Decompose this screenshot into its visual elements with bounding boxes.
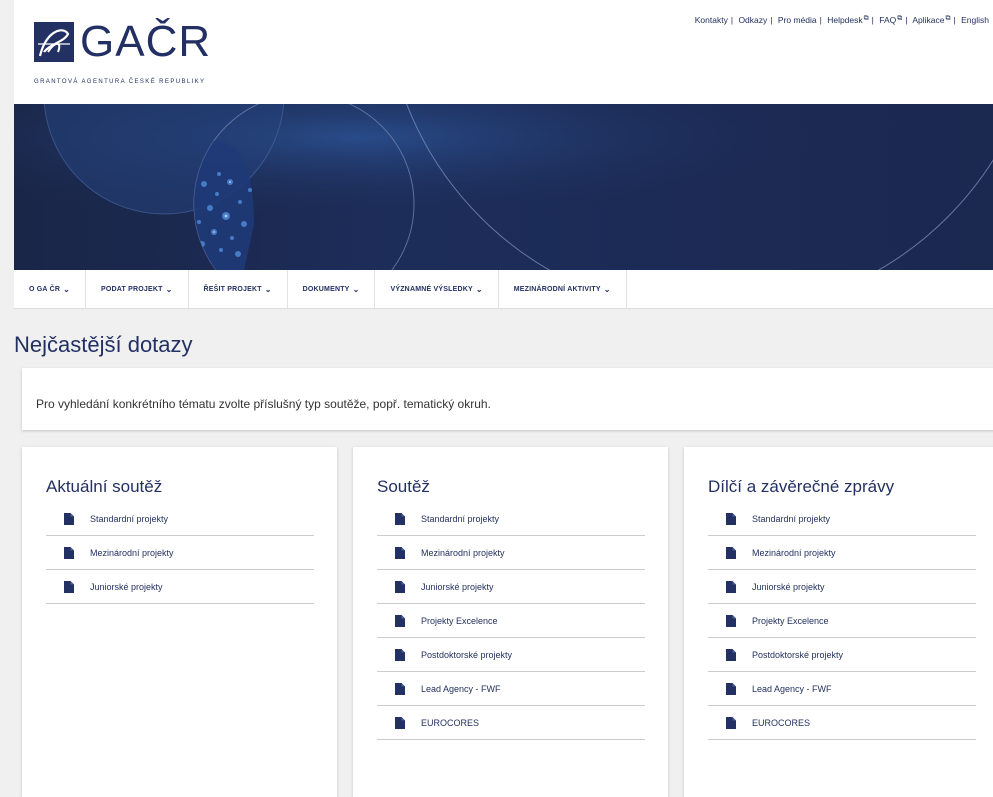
document-icon	[726, 512, 736, 525]
chevron-down-icon: ⌄	[603, 284, 611, 294]
nav-podat-projekt[interactable]: PODAT PROJEKT ⌄	[86, 270, 189, 308]
document-icon	[395, 614, 405, 627]
chevron-down-icon: ⌄	[165, 284, 173, 294]
document-icon	[395, 648, 405, 661]
chevron-down-icon: ⌄	[264, 284, 272, 294]
toplink-odkazy[interactable]: Odkazy	[738, 15, 767, 25]
nav-resit-projekt[interactable]: ŘEŠIT PROJEKT ⌄	[189, 270, 288, 308]
document-icon	[64, 546, 74, 559]
card-title: Aktuální soutěž	[46, 477, 163, 496]
document-icon	[395, 512, 405, 525]
top-links: Kontakty | Odkazy | Pro média | Helpdesk⧉ | …	[694, 15, 989, 25]
list-item[interactable]: Lead Agency - FWF	[708, 672, 976, 706]
list-item[interactable]: Juniorské projekty	[46, 570, 314, 604]
intro-text: Pro vyhledání konkrétního tématu zvolte …	[36, 397, 491, 411]
page-title: Nejčastější dotazy	[14, 332, 193, 357]
list-item[interactable]: Juniorské projekty	[377, 570, 645, 604]
document-icon	[726, 580, 736, 593]
document-icon	[726, 614, 736, 627]
list-item[interactable]: Juniorské projekty	[708, 570, 976, 604]
document-icon	[395, 546, 405, 559]
link-list: Standardní projekty Mezinárodní projekty…	[377, 502, 645, 740]
document-icon	[64, 580, 74, 593]
card-aktualni-soutez: Aktuální soutěž Standardní projekty Mezi…	[22, 447, 337, 797]
toplink-faq[interactable]: FAQ	[879, 15, 896, 25]
header: GAČR GRANTOVÁ AGENTURA ČESKÉ REPUBLIKY K…	[14, 0, 993, 104]
list-item[interactable]: Projekty Excelence	[377, 604, 645, 638]
toplink-helpdesk[interactable]: Helpdesk	[827, 15, 862, 25]
list-item[interactable]: Standardní projekty	[46, 502, 314, 536]
list-item[interactable]: Mezinárodní projekty	[377, 536, 645, 570]
toplink-pro-media[interactable]: Pro média	[778, 15, 817, 25]
logo-wordmark: GAČR	[80, 17, 212, 66]
link-list: Standardní projekty Mezinárodní projekty…	[708, 502, 976, 740]
nav-mezinarodni-aktivity[interactable]: MEZINÁRODNÍ AKTIVITY ⌄	[499, 270, 627, 308]
site-logo[interactable]: GAČR	[34, 17, 212, 66]
link-list: Standardní projekty Mezinárodní projekty…	[46, 502, 314, 604]
logo-subtitle: GRANTOVÁ AGENTURA ČESKÉ REPUBLIKY	[34, 79, 206, 85]
list-item[interactable]: Postdoktorské projekty	[377, 638, 645, 672]
list-item[interactable]: EUROCORES	[377, 706, 645, 740]
list-item[interactable]: Lead Agency - FWF	[377, 672, 645, 706]
banner-graphic	[14, 104, 993, 270]
list-item[interactable]: Standardní projekty	[708, 502, 976, 536]
gacr-logo-icon	[34, 22, 74, 62]
chevron-down-icon: ⌄	[475, 284, 483, 294]
hero-banner	[14, 104, 993, 270]
nav-dokumenty[interactable]: DOKUMENTY ⌄	[288, 270, 376, 308]
external-link-icon: ⧉	[897, 15, 903, 22]
document-icon	[726, 682, 736, 695]
toplink-aplikace[interactable]: Aplikace	[912, 15, 944, 25]
document-icon	[726, 546, 736, 559]
card-dilci-a-zaverecne-zpravy: Dílčí a závěrečné zprávy Standardní proj…	[684, 447, 993, 797]
list-item[interactable]: Postdoktorské projekty	[708, 638, 976, 672]
list-item[interactable]: Mezinárodní projekty	[46, 536, 314, 570]
document-icon	[726, 716, 736, 729]
card-title: Dílčí a závěrečné zprávy	[708, 477, 895, 496]
card-title: Soutěž	[377, 477, 430, 496]
list-item[interactable]: EUROCORES	[708, 706, 976, 740]
list-item[interactable]: Standardní projekty	[377, 502, 645, 536]
external-link-icon: ⧉	[945, 15, 951, 22]
document-icon	[395, 580, 405, 593]
main-nav: O GA ČR ⌄ PODAT PROJEKT ⌄ ŘEŠIT PROJEKT ⌄ D…	[14, 270, 993, 309]
external-link-icon: ⧉	[863, 15, 869, 22]
chevron-down-icon: ⌄	[63, 284, 70, 294]
list-item[interactable]: Mezinárodní projekty	[708, 536, 976, 570]
intro-box: Pro vyhledání konkrétního tématu zvolte …	[22, 368, 993, 430]
document-icon	[726, 648, 736, 661]
chevron-down-icon: ⌄	[352, 284, 360, 294]
nav-vyznamne-vysledky[interactable]: VÝZNAMNÉ VÝSLEDKY ⌄	[375, 270, 499, 308]
list-item[interactable]: Projekty Excelence	[708, 604, 976, 638]
nav-o-ga-cr[interactable]: O GA ČR ⌄	[14, 270, 86, 308]
toplink-kontakty[interactable]: Kontakty	[695, 15, 728, 25]
document-icon	[395, 716, 405, 729]
card-soutez: Soutěž Standardní projekty Mezinárodní p…	[353, 447, 668, 797]
document-icon	[395, 682, 405, 695]
document-icon	[64, 512, 74, 525]
toplink-english[interactable]: English	[961, 15, 989, 25]
